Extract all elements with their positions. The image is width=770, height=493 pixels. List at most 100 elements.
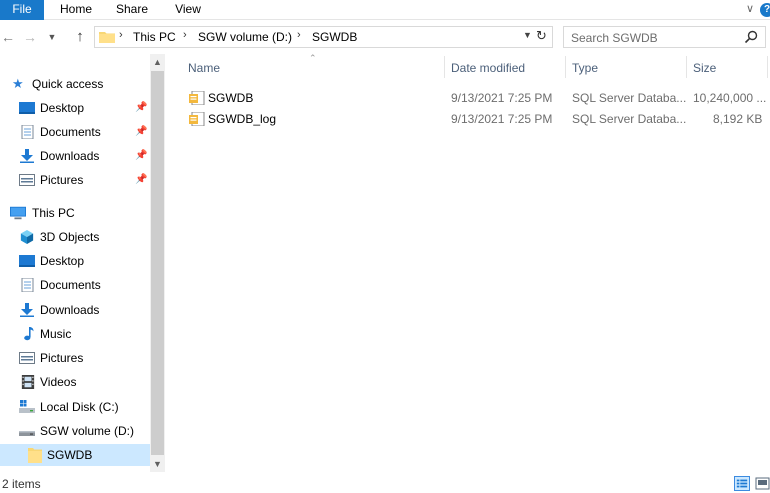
music-icon bbox=[24, 327, 34, 341]
breadcrumb-separator-icon[interactable]: › bbox=[183, 29, 187, 41]
nav-3d-objects[interactable]: 3D Objects bbox=[0, 226, 150, 248]
file-row[interactable]: SGWDB 9/13/2021 7:25 PM SQL Server Datab… bbox=[186, 88, 770, 108]
nav-label: Local Disk (C:) bbox=[40, 400, 119, 414]
nav-local-disk-c[interactable]: Local Disk (C:) bbox=[0, 396, 150, 418]
scroll-up-arrow-icon[interactable]: ▲ bbox=[150, 54, 165, 70]
item-count: 2 items bbox=[2, 477, 41, 491]
database-file-icon bbox=[189, 112, 205, 126]
nav-downloads[interactable]: Downloads bbox=[0, 299, 150, 321]
sort-ascending-icon: ⌃ bbox=[309, 53, 317, 63]
file-size: 10,240,000 ... bbox=[693, 91, 767, 105]
column-divider[interactable] bbox=[444, 56, 445, 78]
column-header-name[interactable]: Name bbox=[188, 54, 220, 82]
nav-quick-desktop[interactable]: Desktop 📌 bbox=[0, 97, 150, 119]
pictures-icon bbox=[19, 174, 35, 186]
navigation-bar: ← → ▼ ↑ › This PC › SGW volume (D:) › SG… bbox=[0, 20, 770, 54]
search-input[interactable]: Search SGWDB bbox=[563, 26, 766, 48]
breadcrumb-sgw-volume[interactable]: SGW volume (D:) bbox=[198, 30, 292, 44]
star-icon: ★ bbox=[12, 76, 24, 91]
nav-this-pc[interactable]: This PC bbox=[0, 202, 150, 224]
nav-quick-downloads[interactable]: Downloads 📌 bbox=[0, 145, 150, 167]
tab-file[interactable]: File bbox=[0, 0, 44, 20]
scroll-down-arrow-icon[interactable]: ▼ bbox=[150, 456, 165, 472]
up-arrow-icon[interactable]: ↑ bbox=[72, 28, 88, 46]
details-view-icon[interactable] bbox=[734, 476, 750, 491]
nav-quick-documents[interactable]: Documents 📌 bbox=[0, 121, 150, 143]
breadcrumb-separator-icon: › bbox=[119, 29, 123, 41]
column-header-type[interactable]: Type bbox=[572, 54, 598, 82]
nav-sgwdb[interactable]: SGWDB bbox=[0, 444, 150, 466]
nav-pictures[interactable]: Pictures bbox=[0, 347, 150, 369]
nav-label: Downloads bbox=[40, 303, 100, 317]
back-arrow-icon[interactable]: ← bbox=[0, 28, 16, 46]
downloads-icon bbox=[20, 149, 34, 163]
nav-label: Pictures bbox=[40, 173, 84, 187]
breadcrumb-this-pc[interactable]: This PC bbox=[133, 30, 176, 44]
drive-icon bbox=[19, 431, 35, 436]
computer-icon bbox=[10, 206, 26, 220]
scrollbar-thumb[interactable] bbox=[151, 71, 164, 455]
nav-label: Desktop bbox=[40, 101, 85, 115]
desktop-icon bbox=[19, 255, 35, 267]
address-history-chevron-icon[interactable]: ▼ bbox=[523, 30, 532, 40]
status-bar: 2 items bbox=[0, 473, 770, 493]
tab-view[interactable]: View bbox=[168, 0, 208, 20]
nav-videos[interactable]: Videos bbox=[0, 371, 150, 393]
file-date: 9/13/2021 7:25 PM bbox=[451, 91, 553, 105]
3d-objects-icon bbox=[20, 230, 34, 244]
pin-icon[interactable]: 📌 bbox=[135, 97, 147, 119]
nav-label: Documents bbox=[40, 125, 101, 139]
nav-pane-scrollbar[interactable]: ▲ ▼ bbox=[150, 54, 165, 472]
downloads-icon bbox=[20, 303, 34, 317]
file-name: SGWDB_log bbox=[208, 112, 277, 126]
recent-locations-chevron-icon[interactable]: ▼ bbox=[44, 28, 60, 46]
column-divider[interactable] bbox=[686, 56, 687, 78]
nav-quick-pictures[interactable]: Pictures 📌 bbox=[0, 169, 150, 191]
column-header-date-modified[interactable]: Date modified bbox=[451, 54, 525, 82]
file-type: SQL Server Databa... bbox=[572, 91, 687, 105]
nav-label: This PC bbox=[32, 206, 75, 220]
nav-label: Downloads bbox=[40, 149, 100, 163]
forward-arrow-icon[interactable]: → bbox=[22, 28, 38, 46]
search-icon[interactable] bbox=[744, 30, 758, 44]
file-name: SGWDB bbox=[208, 91, 254, 105]
search-placeholder: Search SGWDB bbox=[571, 31, 658, 45]
videos-icon bbox=[21, 375, 35, 389]
nav-sgw-volume-d[interactable]: SGW volume (D:) bbox=[0, 420, 150, 442]
nav-quick-access[interactable]: ★ Quick access bbox=[0, 73, 150, 95]
nav-desktop[interactable]: Desktop bbox=[0, 250, 150, 272]
breadcrumb-separator-icon[interactable]: › bbox=[297, 29, 301, 41]
nav-music[interactable]: Music bbox=[0, 323, 150, 345]
nav-label: SGWDB bbox=[47, 448, 93, 462]
ribbon-tab-bar: File Home Share View ∨ ? bbox=[0, 0, 770, 20]
documents-icon bbox=[21, 125, 34, 139]
nav-label: Music bbox=[40, 327, 72, 341]
address-bar[interactable]: › This PC › SGW volume (D:) › SGWDB ▼ ↻ bbox=[94, 26, 553, 48]
file-size: 8,192 KB bbox=[713, 112, 763, 126]
windows-drive-icon bbox=[19, 400, 35, 413]
expand-ribbon-chevron-icon[interactable]: ∨ bbox=[746, 2, 754, 15]
file-row[interactable]: SGWDB_log 9/13/2021 7:25 PM SQL Server D… bbox=[186, 109, 770, 129]
nav-label: Videos bbox=[40, 375, 77, 389]
help-icon[interactable]: ? bbox=[760, 3, 770, 17]
file-type: SQL Server Databa... bbox=[572, 112, 687, 126]
column-header-size[interactable]: Size bbox=[693, 54, 716, 82]
column-divider[interactable] bbox=[565, 56, 566, 78]
file-date: 9/13/2021 7:25 PM bbox=[451, 112, 553, 126]
nav-label: 3D Objects bbox=[40, 230, 100, 244]
pictures-icon bbox=[19, 352, 35, 364]
tab-home[interactable]: Home bbox=[54, 0, 98, 20]
tab-share[interactable]: Share bbox=[110, 0, 154, 20]
nav-documents[interactable]: Documents bbox=[0, 274, 150, 296]
large-icons-view-icon[interactable] bbox=[755, 476, 770, 491]
column-divider[interactable] bbox=[767, 56, 768, 78]
nav-label: Quick access bbox=[32, 77, 104, 91]
pin-icon[interactable]: 📌 bbox=[135, 169, 147, 191]
database-file-icon bbox=[189, 91, 205, 105]
refresh-icon[interactable]: ↻ bbox=[536, 28, 547, 44]
nav-label: Desktop bbox=[40, 254, 85, 268]
breadcrumb-sgwdb[interactable]: SGWDB bbox=[312, 30, 357, 44]
pin-icon[interactable]: 📌 bbox=[135, 121, 147, 143]
pin-icon[interactable]: 📌 bbox=[135, 145, 147, 167]
documents-icon bbox=[21, 278, 34, 292]
